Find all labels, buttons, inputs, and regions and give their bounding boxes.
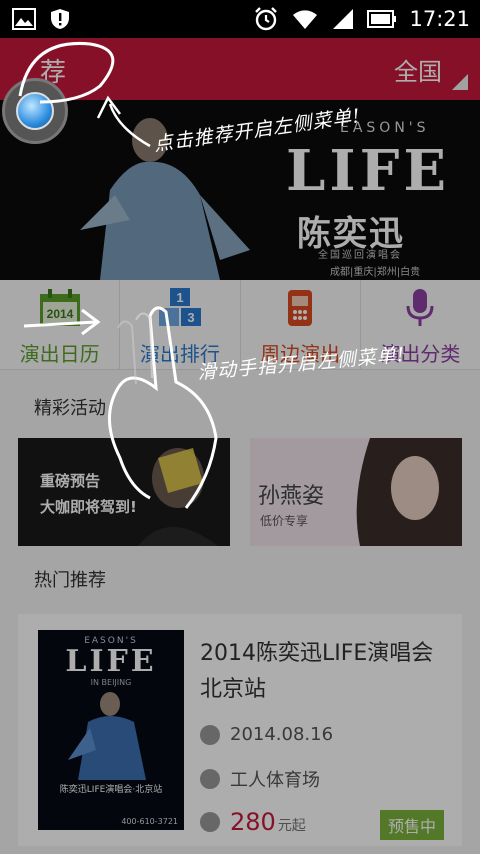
app-screen: 荐 全国 EASON'S LIFE 陈奕迅 全国巡回演唱会 成都|重庆|郑州|白…: [0, 38, 480, 854]
activity-card-singer[interactable]: 孙燕姿 低价专享: [250, 438, 462, 546]
section-activities-title: 精彩活动: [34, 398, 106, 419]
svg-text:1: 1: [176, 290, 183, 305]
show-venue-row: 工人体育场: [200, 766, 320, 792]
show-date-row: 2014.08.16: [200, 724, 333, 745]
presale-badge: 预售中: [379, 810, 444, 840]
clock-icon: [200, 724, 220, 745]
activity-singer-name: 孙燕姿: [258, 484, 325, 509]
shield-alert-icon: [51, 9, 69, 29]
show-title: 2014陈奕迅LIFE演唱会 北京站: [200, 641, 434, 702]
singer-figure-image: [80, 118, 250, 280]
poster-phone: 400-610-3721: [121, 817, 178, 826]
city-selector[interactable]: 全国: [394, 52, 442, 87]
nav-nearby-label: 周边演出: [260, 342, 341, 366]
wifi-icon: [293, 10, 318, 29]
nav-ranking-label: 演出排行: [139, 342, 220, 366]
activity-line-2: 大咖即将驾到!: [40, 498, 137, 516]
nearby-phone-icon: [288, 290, 313, 326]
calendar-2014-icon: 2014: [39, 289, 80, 326]
ranking-icon: 1 3: [158, 288, 201, 326]
featured-show-card[interactable]: EASON'S LIFE IN BEIJING 陈奕迅LIFE演唱会·北京站 4…: [18, 614, 462, 846]
activity-card-preview[interactable]: 重磅预告 大咖即将驾到!: [18, 438, 230, 546]
location-pin-icon: [200, 769, 220, 789]
dropdown-corner-icon: [452, 74, 468, 90]
activity-performer-image: [138, 448, 218, 546]
yen-icon: [200, 812, 220, 832]
banner-headline: LIFE: [286, 138, 451, 204]
svg-text:3: 3: [187, 310, 194, 325]
show-price-row: 280 元起: [200, 808, 306, 836]
show-poster: EASON'S LIFE IN BEIJING 陈奕迅LIFE演唱会·北京站 4…: [38, 630, 184, 830]
poster-figure-image: [68, 692, 146, 780]
nav-nearby[interactable]: 周边演出: [241, 280, 361, 369]
category-nav: 2014 演出日历 1 3 演出排行 周边演出 演出分类: [0, 280, 480, 370]
battery-icon: [367, 10, 397, 28]
nav-calendar[interactable]: 2014 演出日历: [0, 280, 121, 369]
microphone-icon: [406, 289, 434, 326]
banner-cities: 成都|重庆|郑州|白贵: [330, 267, 421, 278]
status-bar: 17:21: [0, 0, 480, 38]
promo-banner[interactable]: EASON'S LIFE 陈奕迅 全国巡回演唱会 成都|重庆|郑州|白贵: [0, 100, 480, 280]
activity-singer-sub: 低价专享: [260, 514, 309, 528]
show-date: 2014.08.16: [230, 724, 334, 745]
nav-calendar-label: 演出日历: [19, 342, 100, 366]
banner-small-title: EASON'S: [340, 120, 430, 136]
clock-time: 17:21: [409, 7, 470, 31]
show-venue: 工人体育场: [230, 770, 320, 791]
signal-strength-icon: [333, 9, 354, 29]
nav-ranking[interactable]: 1 3 演出排行: [120, 280, 241, 369]
nav-category-label: 演出分类: [380, 342, 461, 366]
title-bar: 荐 全国: [0, 38, 480, 100]
activity-line-1: 重磅预告: [40, 472, 101, 490]
price-unit: 元起: [277, 818, 306, 834]
nav-category[interactable]: 演出分类: [361, 280, 480, 369]
image-notification-icon: [12, 8, 36, 30]
show-price: 280: [230, 808, 276, 836]
recommend-title[interactable]: 荐: [40, 52, 66, 89]
poster-caption: 陈奕迅LIFE演唱会·北京站: [59, 785, 163, 795]
alarm-clock-icon: [255, 7, 278, 31]
section-hot-title: 热门推荐: [34, 570, 106, 591]
banner-tour: 全国巡回演唱会: [318, 250, 402, 261]
svg-text:2014: 2014: [46, 307, 73, 321]
